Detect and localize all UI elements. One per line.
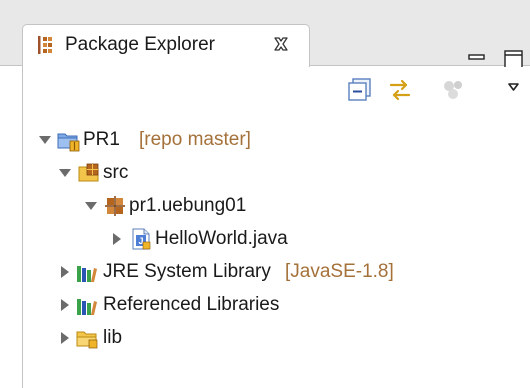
source-folder-icon (78, 163, 99, 182)
view-tab-bar: Package Explorer (0, 20, 530, 69)
lib-label: lib (103, 327, 123, 348)
collapse-all-icon[interactable] (347, 77, 373, 103)
package-explorer-icon (38, 36, 52, 54)
package-explorer-content: PR1 [repo master] src pr1.uebung01 J Hel… (23, 67, 530, 388)
close-icon[interactable] (271, 34, 291, 54)
tree-item-helloworld-java[interactable]: J HelloWorld.java (23, 224, 530, 254)
reflibs-label: Referenced Libraries (103, 294, 280, 315)
collapsed-triangle-icon[interactable] (57, 297, 73, 313)
expanded-triangle-icon[interactable] (37, 132, 53, 148)
package-icon (105, 196, 125, 216)
collapsed-triangle-icon[interactable] (57, 264, 73, 280)
tab-package-explorer[interactable]: Package Explorer (22, 24, 310, 67)
collapsed-triangle-icon[interactable] (109, 231, 125, 247)
tree-item-referenced-libraries[interactable]: Referenced Libraries (23, 290, 530, 320)
collapsed-triangle-icon[interactable] (57, 330, 73, 346)
link-with-editor-icon[interactable] (387, 77, 413, 103)
jre-decoration: [JavaSE-1.8] (285, 261, 394, 282)
library-icon (77, 266, 97, 282)
jre-label: JRE System Library (103, 261, 271, 282)
focus-on-active-task-icon[interactable] (441, 77, 467, 103)
repo-decoration: [repo master] (139, 129, 251, 150)
tree-item-src[interactable]: src (23, 158, 530, 188)
expanded-triangle-icon[interactable] (83, 198, 99, 214)
view-menu-chevron-icon[interactable] (505, 77, 530, 103)
tree-item-jre-system-library[interactable]: JRE System Library [JavaSE-1.8] (23, 257, 530, 287)
src-label: src (103, 162, 129, 183)
tab-title: Package Explorer (65, 34, 215, 55)
library-icon (77, 299, 97, 315)
git-project-icon (57, 133, 80, 152)
window-top-strip (0, 0, 530, 20)
file-label: HelloWorld.java (155, 228, 288, 249)
package-label: pr1.uebung01 (129, 195, 247, 216)
tree-item-lib[interactable]: lib (23, 323, 530, 353)
project-name: PR1 (83, 129, 120, 150)
tree-item-project-pr1[interactable]: PR1 [repo master] (23, 125, 530, 155)
folder-icon (76, 331, 98, 349)
tree-item-package[interactable]: pr1.uebung01 (23, 191, 530, 221)
java-file-icon: J (132, 228, 151, 250)
expanded-triangle-icon[interactable] (57, 165, 73, 181)
